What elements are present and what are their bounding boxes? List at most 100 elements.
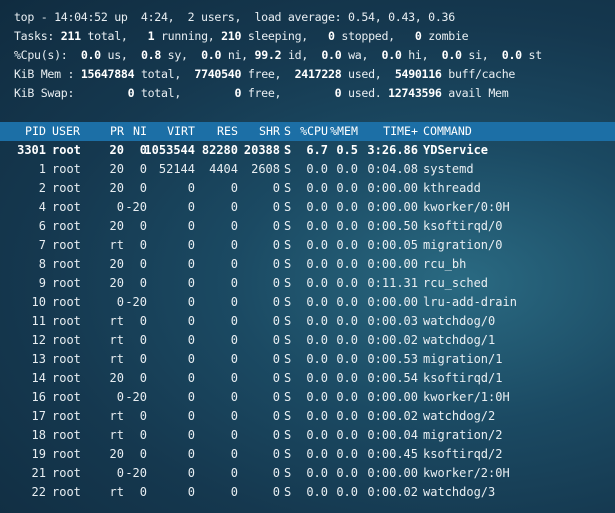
cell-command: COMMAND [423,124,472,138]
cell-cpu: 0.0 [306,295,328,309]
cell-user: root [52,409,81,423]
cell-time: 0:04.08 [367,162,418,176]
process-row[interactable]: 19 root 20 0 0 0 0 S 0.0 0.0 0:00.45 ksoftirqd/2 [0,445,615,464]
process-row[interactable]: 10 root 0 -20 0 0 0 S 0.0 0.0 0:00.00 lru-add-drain [0,293,615,312]
cell-ni: 0 [139,181,147,195]
cell-pr: 20 [109,371,124,385]
cell-time: TIME+ [383,124,418,138]
process-row[interactable]: 8 root 20 0 0 0 0 S 0.0 0.0 0:00.00 rcu_bh [0,255,615,274]
summary-label: id, [281,48,322,62]
process-row[interactable]: 13 root rt 0 0 0 0 S 0.0 0.0 0:00.53 migration/1 [0,350,615,369]
cell-time: 0:00.04 [367,428,418,442]
cell-time: 3:26.86 [367,143,418,157]
cell-state: S [284,428,292,442]
cell-cpu: 0.0 [306,257,328,271]
cell-res: 0 [230,428,238,442]
cell-time: 0:00.02 [367,333,418,347]
cell-state: S [284,257,292,271]
process-row[interactable]: 12 root rt 0 0 0 0 S 0.0 0.0 0:00.02 watchdog/1 [0,331,615,350]
cell-time: 0:00.00 [367,390,418,404]
process-row[interactable]: 6 root 20 0 0 0 0 S 0.0 0.0 0:00.50 ksoftirqd/0 [0,217,615,236]
cell-state: S [284,200,292,214]
summary-value: 0.0 [321,48,342,62]
cell-res: 0 [230,333,238,347]
cell-virt: 0 [187,390,195,404]
cell-ni: 0 [139,352,147,366]
cell-time: 0:00.02 [367,485,418,499]
cell-cpu: 0.0 [306,428,328,442]
process-row[interactable]: 21 root 0 -20 0 0 0 S 0.0 0.0 0:00.00 kworker/2:0H [0,464,615,483]
process-row[interactable]: 3301 root 20 0 1053544 82280 20388 S 6.7 0.5 3:26.… [0,141,615,160]
cell-pid: 4 [38,200,46,214]
process-row[interactable]: 17 root rt 0 0 0 0 S 0.0 0.0 0:00.02 watchdog/2 [0,407,615,426]
process-row[interactable]: 16 root 0 -20 0 0 0 S 0.0 0.0 0:00.00 kworker/1:0H [0,388,615,407]
process-row[interactable]: 7 root rt 0 0 0 0 S 0.0 0.0 0:00.05 migration/0 [0,236,615,255]
swap-line: KiB Swap: 0 total, 0 free, 0 used. 12743… [14,84,509,103]
cpu-line: %Cpu(s): 0.0 us, 0.8 sy, 0.0 ni, 99.2 id… [14,46,542,65]
cell-pid: 12 [31,333,46,347]
cell-res: 0 [230,257,238,271]
cell-shr: 0 [272,485,280,499]
process-row[interactable]: 22 root rt 0 0 0 0 S 0.0 0.0 0:00.02 watchdog/3 [0,483,615,502]
cell-virt: 52144 [158,162,195,176]
summary-value: 0.0 [80,48,101,62]
cell-shr: 0 [272,219,280,233]
cell-user: root [52,314,81,328]
cell-ni: 0 [139,371,147,385]
cell-cpu: 0.0 [306,371,328,385]
cell-shr: 0 [272,238,280,252]
summary-value: 210 [221,29,242,43]
summary-label: used. [341,86,389,100]
cell-command: watchdog/0 [423,314,496,328]
cell-pr: 20 [109,276,124,290]
cell-user: root [52,181,81,195]
cell-command: watchdog/2 [423,409,496,423]
cell-state: S [284,314,292,328]
cell-virt: 0 [187,485,195,499]
process-row[interactable]: 14 root 20 0 0 0 0 S 0.0 0.0 0:00.54 ksoftirqd/1 [0,369,615,388]
cell-ni: 0 [139,276,147,290]
process-row[interactable]: 18 root rt 0 0 0 0 S 0.0 0.0 0:00.04 migration/2 [0,426,615,445]
cell-virt: 0 [187,409,195,423]
cell-user: root [52,276,81,290]
summary-label: running, [154,29,222,43]
process-row[interactable]: 1 root 20 0 52144 4404 2608 S 0.0 0.0 0:04.08 syste… [0,160,615,179]
cell-res: 0 [230,276,238,290]
cell-time: 0:00.03 [367,314,418,328]
tasks-line: Tasks: 211 total, 1 running, 210 sleepin… [14,27,469,46]
cell-ni: 0 [139,314,147,328]
cell-mem: 0.0 [336,162,358,176]
cell-mem: 0.0 [336,314,358,328]
process-row[interactable]: 2 root 20 0 0 0 0 S 0.0 0.0 0:00.00 kthreadd [0,179,615,198]
cell-mem: 0.0 [336,390,358,404]
terminal-window[interactable]: top - 14:04:52 up 4:24, 2 users, load av… [0,0,615,513]
process-row[interactable]: 11 root rt 0 0 0 0 S 0.0 0.0 0:00.03 watchdog/0 [0,312,615,331]
summary-label: free, [241,67,295,81]
cell-virt: 0 [187,219,195,233]
cell-cpu: 0.0 [306,447,328,461]
cell-mem: 0.0 [336,352,358,366]
summary-label: sleeping, [241,29,329,43]
cell-res: 4404 [209,162,238,176]
process-row[interactable]: 4 root 0 -20 0 0 0 S 0.0 0.0 0:00.00 kworker/0:0H [0,198,615,217]
cell-state: S [284,352,292,366]
cell-ni: NI [133,124,147,138]
cell-pr: 0 [116,466,124,480]
cell-cpu: 0.0 [306,181,328,195]
summary-value: 12743596 [388,86,442,100]
cell-pr: 0 [116,295,124,309]
cell-time: 0:00.50 [367,219,418,233]
summary-value: 7740540 [194,67,242,81]
cell-pr: 20 [109,162,124,176]
summary-label: buff/cache [441,67,516,81]
cell-time: 0:00.00 [367,257,418,271]
cell-user: root [52,295,81,309]
cell-mem: 0.5 [336,143,358,157]
cell-user: root [52,257,81,271]
cell-virt: 0 [187,447,195,461]
process-row[interactable]: 9 root 20 0 0 0 0 S 0.0 0.0 0:11.31 rcu_sched [0,274,615,293]
cell-state: S [284,124,291,138]
cell-pr: rt [109,333,124,347]
cell-pr: 20 [109,447,124,461]
cell-shr: 0 [272,295,280,309]
